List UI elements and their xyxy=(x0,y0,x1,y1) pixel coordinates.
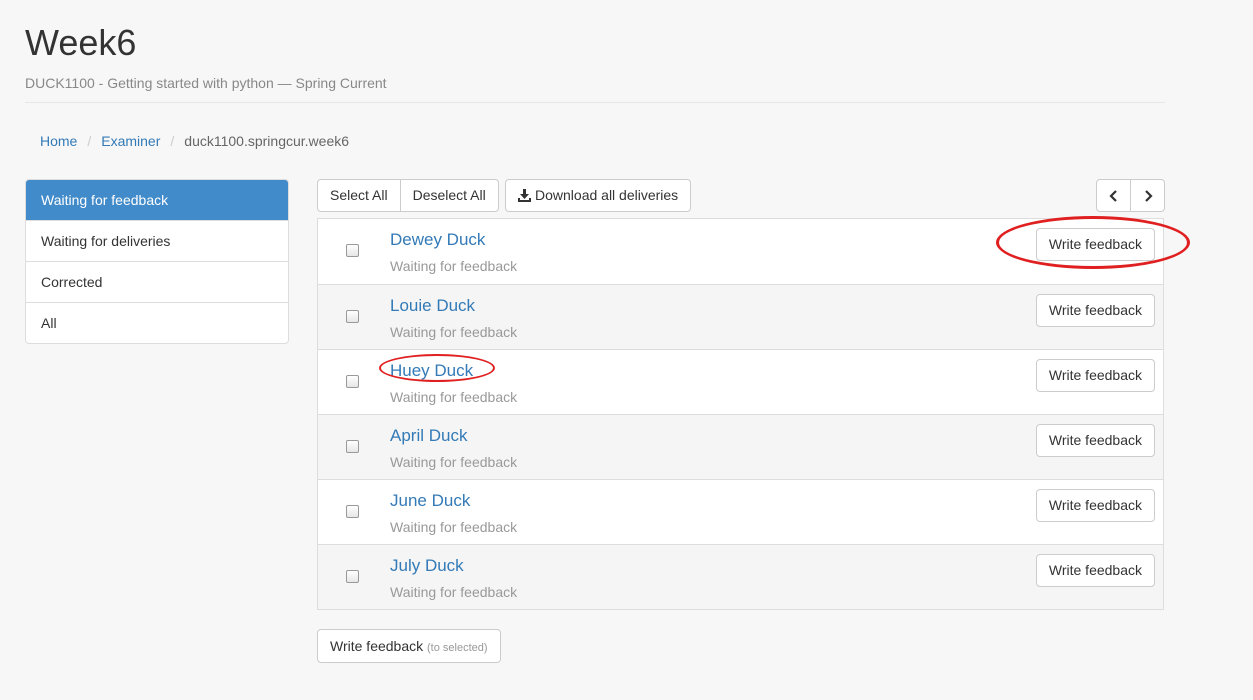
page-title: Week6 xyxy=(25,22,137,63)
student-status: Waiting for feedback xyxy=(390,324,518,340)
student-status: Waiting for feedback xyxy=(390,389,518,405)
download-icon xyxy=(518,189,531,202)
list-item: Dewey Duck Waiting for feedback Write fe… xyxy=(318,219,1163,284)
write-feedback-button[interactable]: Write feedback xyxy=(1035,294,1155,327)
breadcrumb-separator: / xyxy=(87,133,92,149)
sidebar-item-waiting-for-deliveries[interactable]: Waiting for deliveries xyxy=(26,220,288,261)
row-checkbox[interactable] xyxy=(346,375,359,388)
student-status: Waiting for feedback xyxy=(390,584,518,600)
student-status: Waiting for feedback xyxy=(390,519,518,535)
sidebar-item-waiting-for-feedback[interactable]: Waiting for feedback xyxy=(26,180,288,220)
student-name-link[interactable]: June Duck xyxy=(390,490,470,512)
student-name-link[interactable]: July Duck xyxy=(390,555,464,577)
breadcrumb: Home / Examiner / duck1100.springcur.wee… xyxy=(40,131,349,151)
download-all-label: Download all deliveries xyxy=(535,187,679,203)
write-feedback-selected-button[interactable]: Write feedback (to selected) xyxy=(317,629,501,663)
breadcrumb-examiner[interactable]: Examiner xyxy=(101,131,160,151)
row-checkbox[interactable] xyxy=(346,440,359,453)
write-feedback-button[interactable]: Write feedback xyxy=(1035,554,1155,587)
page-subtitle: DUCK1100 - Getting started with python —… xyxy=(25,75,387,91)
select-all-button[interactable]: Select All xyxy=(317,179,401,212)
chevron-right-icon xyxy=(1144,189,1153,202)
list-item: July Duck Waiting for feedback Write fee… xyxy=(318,544,1163,609)
to-selected-hint: (to selected) xyxy=(427,642,488,654)
write-feedback-button[interactable]: Write feedback xyxy=(1035,359,1155,392)
student-name-link[interactable]: Huey Duck xyxy=(390,360,473,382)
list-item: June Duck Waiting for feedback Write fee… xyxy=(318,479,1163,544)
chevron-left-icon xyxy=(1108,189,1117,202)
write-feedback-selected-label: Write feedback xyxy=(330,638,424,654)
download-all-button[interactable]: Download all deliveries xyxy=(505,179,692,212)
page: Week6 DUCK1100 - Getting started with py… xyxy=(0,0,1253,700)
breadcrumb-current: duck1100.springcur.week6 xyxy=(184,133,350,149)
student-name-link[interactable]: Louie Duck xyxy=(390,295,475,317)
previous-page-button[interactable] xyxy=(1096,179,1131,212)
row-checkbox[interactable] xyxy=(346,310,359,323)
row-checkbox[interactable] xyxy=(346,505,359,518)
row-checkbox[interactable] xyxy=(346,570,359,583)
write-feedback-button[interactable]: Write feedback xyxy=(1035,489,1155,522)
header-divider xyxy=(25,102,1165,103)
pager-button-group xyxy=(1096,179,1165,212)
student-name-link[interactable]: April Duck xyxy=(390,425,467,447)
next-page-button[interactable] xyxy=(1130,179,1165,212)
sidebar-item-corrected[interactable]: Corrected xyxy=(26,261,288,302)
list-item: April Duck Waiting for feedback Write fe… xyxy=(318,414,1163,479)
breadcrumb-home[interactable]: Home xyxy=(40,131,77,151)
student-name-link[interactable]: Dewey Duck xyxy=(390,229,485,251)
breadcrumb-separator: / xyxy=(170,133,175,149)
sidebar-filter-list: Waiting for feedback Waiting for deliver… xyxy=(25,179,289,344)
student-list: Dewey Duck Waiting for feedback Write fe… xyxy=(317,218,1164,610)
selection-button-group: Select All Deselect All xyxy=(317,179,499,212)
student-status: Waiting for feedback xyxy=(390,454,518,470)
write-feedback-button[interactable]: Write feedback xyxy=(1035,228,1155,261)
list-item: Louie Duck Waiting for feedback Write fe… xyxy=(318,284,1163,349)
row-checkbox[interactable] xyxy=(346,244,359,257)
deselect-all-button[interactable]: Deselect All xyxy=(399,179,499,212)
student-status: Waiting for feedback xyxy=(390,258,518,274)
sidebar-item-all[interactable]: All xyxy=(26,302,288,343)
write-feedback-button[interactable]: Write feedback xyxy=(1035,424,1155,457)
list-item: Huey Duck Waiting for feedback Write fee… xyxy=(318,349,1163,414)
